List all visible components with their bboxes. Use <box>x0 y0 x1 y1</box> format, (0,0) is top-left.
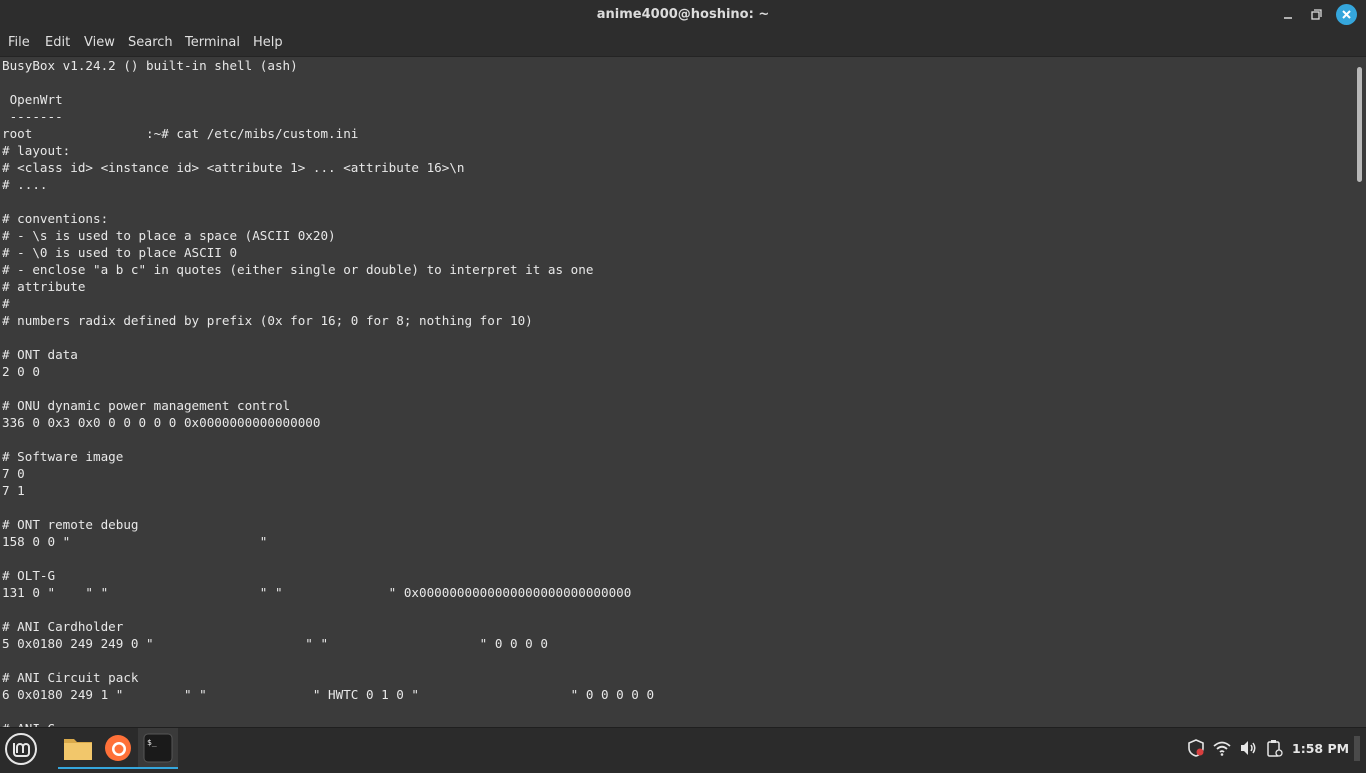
scrollbar-thumb[interactable] <box>1357 67 1362 182</box>
files-active-indicator <box>58 767 98 769</box>
taskbar: $_ 1:58 PM <box>0 727 1366 769</box>
tray-security[interactable] <box>1186 738 1206 758</box>
terminal-line: # OLT-G <box>2 568 56 583</box>
terminal-line: # layout: <box>2 143 71 158</box>
terminal-window: anime4000@hoshino: ~ File Edit View Sear… <box>0 0 1366 727</box>
shield-icon <box>1188 739 1204 757</box>
terminal-active-indicator <box>138 767 178 769</box>
terminal-line: # numbers radix defined by prefix (0x fo… <box>2 313 533 328</box>
taskbar-terminal[interactable]: $_ <box>138 728 178 769</box>
terminal-line: # conventions: <box>2 211 109 226</box>
title-bar[interactable]: anime4000@hoshino: ~ <box>0 0 1366 30</box>
terminal-line: # ONU dynamic power management control <box>2 398 291 413</box>
terminal-line: # ANI Circuit pack <box>2 670 139 685</box>
terminal-line: 7 0 <box>2 466 25 481</box>
terminal-line: # Software image <box>2 449 124 464</box>
menu-edit[interactable]: Edit <box>45 30 70 56</box>
minimize-button[interactable] <box>1278 5 1298 25</box>
terminal-line: 131 0 " " " " " " 0x00000000000000000000… <box>2 585 632 600</box>
folder-icon <box>64 739 92 760</box>
terminal-line: 6 0x0180 249 1 " " " " HWTC 0 1 0 " " 0 … <box>2 687 655 702</box>
menu-help[interactable]: Help <box>253 30 283 56</box>
terminal-line: 2 0 0 <box>2 364 40 379</box>
close-icon <box>1342 10 1351 19</box>
terminal-scrollbar[interactable] <box>1352 57 1366 727</box>
tray-volume[interactable] <box>1238 738 1258 758</box>
terminal-line: root :~# cat /etc/mibs/custom.ini <box>2 126 359 141</box>
menu-file[interactable]: File <box>8 30 30 56</box>
terminal-line: # ANI Cardholder <box>2 619 124 634</box>
tray-clipboard[interactable] <box>1264 738 1284 758</box>
menu-view[interactable]: View <box>84 30 115 56</box>
menu-search[interactable]: Search <box>128 30 173 56</box>
terminal-line: # attribute <box>2 279 86 294</box>
terminal-line: # <class id> <instance id> <attribute 1>… <box>2 160 465 175</box>
terminal-line: # ONT remote debug <box>2 517 139 532</box>
menu-bar: File Edit View Search Terminal Help <box>0 30 1366 57</box>
menu-terminal[interactable]: Terminal <box>185 30 240 56</box>
terminal-line: # - enclose "a b c" in quotes (either si… <box>2 262 594 277</box>
start-menu-button[interactable] <box>4 732 38 766</box>
terminal-icon-glyph: $_ <box>147 738 157 747</box>
terminal-line: 5 0x0180 249 249 0 " " " " 0 0 0 0 <box>2 636 548 651</box>
minimize-icon <box>1284 17 1292 19</box>
close-button[interactable] <box>1336 4 1357 25</box>
terminal-line: 336 0 0x3 0x0 0 0 0 0 0 0x00000000000000… <box>2 415 321 430</box>
terminal-text: BusyBox v1.24.2 () built-in shell (ash) … <box>0 57 1352 727</box>
terminal-line: 158 0 0 " " <box>2 534 268 549</box>
clipboard-icon <box>1267 740 1283 757</box>
tray-network[interactable] <box>1212 738 1232 758</box>
speaker-icon <box>1241 741 1256 755</box>
clock[interactable]: 1:58 PM <box>1292 728 1349 769</box>
terminal-line: ------- <box>2 109 63 124</box>
maximize-button[interactable] <box>1306 5 1326 25</box>
firefox-active-indicator <box>98 767 138 769</box>
terminal-line: OpenWrt <box>2 92 63 107</box>
taskbar-files[interactable] <box>58 728 98 769</box>
mint-logo-icon <box>5 733 37 765</box>
terminal-line: # .... <box>2 177 48 192</box>
window-title: anime4000@hoshino: ~ <box>596 7 770 22</box>
show-desktop-button[interactable] <box>1354 736 1360 761</box>
wifi-icon <box>1213 741 1231 756</box>
terminal-line: # ONT data <box>2 347 78 362</box>
terminal-line: # - \0 is used to place ASCII 0 <box>2 245 238 260</box>
terminal-line: # - \s is used to place a space (ASCII 0… <box>2 228 336 243</box>
terminal-icon: $_ <box>143 733 173 763</box>
terminal-line: BusyBox v1.24.2 () built-in shell (ash) <box>2 58 298 73</box>
terminal-line: 7 1 <box>2 483 25 498</box>
taskbar-firefox[interactable] <box>98 728 138 769</box>
terminal-line: # <box>2 296 10 311</box>
firefox-icon <box>105 735 131 761</box>
terminal-output[interactable]: BusyBox v1.24.2 () built-in shell (ash) … <box>0 57 1352 727</box>
restore-icon <box>1311 9 1322 20</box>
